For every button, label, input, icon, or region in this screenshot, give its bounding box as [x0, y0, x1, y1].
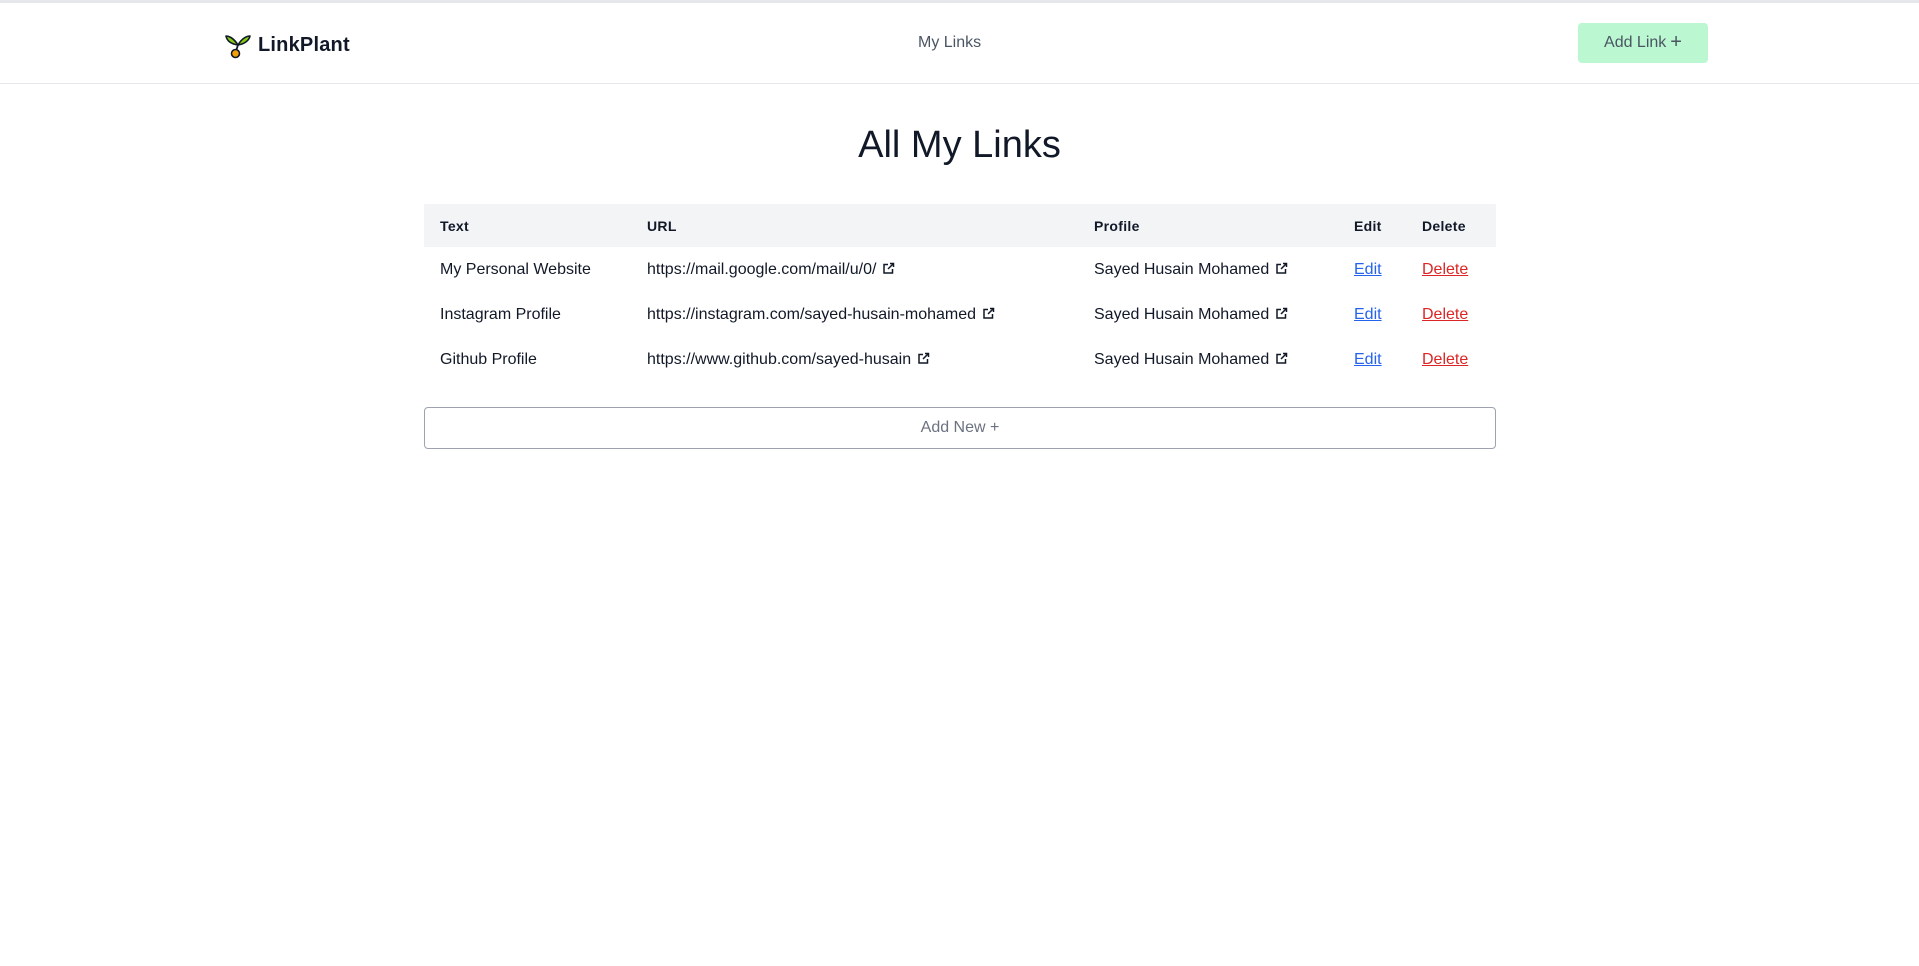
link-profile-cell: Sayed Husain Mohamed	[1078, 337, 1338, 382]
column-header-text: Text	[440, 217, 469, 234]
links-table: Text URL Profile Edit Delete My Personal…	[424, 204, 1496, 382]
column-header-edit: Edit	[1354, 217, 1382, 234]
page-title: All My Links	[858, 124, 1061, 166]
brand-logo-link[interactable]: LinkPlant	[225, 31, 350, 59]
table-row: Instagram Profile https://instagram.com/…	[424, 292, 1496, 337]
edit-cell: Edit	[1338, 337, 1406, 382]
delete-cell: Delete	[1406, 292, 1496, 337]
link-url[interactable]: https://instagram.com/sayed-husain-moham…	[647, 306, 995, 323]
delete-cell: Delete	[1406, 247, 1496, 292]
edit-link[interactable]: Edit	[1354, 261, 1382, 278]
column-header-profile: Profile	[1094, 217, 1140, 234]
edit-cell: Edit	[1338, 247, 1406, 292]
link-url-cell: https://instagram.com/sayed-husain-moham…	[631, 292, 1078, 337]
external-link-icon	[1276, 307, 1288, 319]
profile-name: Sayed Husain Mohamed	[1094, 260, 1270, 278]
add-new-button[interactable]: Add New +	[424, 407, 1496, 449]
profile-link[interactable]: Sayed Husain Mohamed	[1094, 261, 1288, 278]
table-row: My Personal Website https://mail.google.…	[424, 247, 1496, 292]
link-url-text: https://www.github.com/sayed-husain	[647, 350, 912, 368]
link-text-cell: Github Profile	[440, 350, 537, 368]
link-text-cell: My Personal Website	[440, 260, 591, 278]
profile-name: Sayed Husain Mohamed	[1094, 350, 1270, 368]
external-link-icon	[1276, 262, 1288, 274]
link-url-cell: https://www.github.com/sayed-husain	[631, 337, 1078, 382]
brand-name: LinkPlant	[258, 33, 350, 56]
profile-link[interactable]: Sayed Husain Mohamed	[1094, 306, 1288, 323]
column-header-url: URL	[647, 217, 677, 234]
add-link-label: Add Link	[1604, 34, 1667, 51]
table-row: Github Profile https://www.github.com/sa…	[424, 337, 1496, 382]
edit-cell: Edit	[1338, 292, 1406, 337]
external-link-icon	[1276, 352, 1288, 364]
link-url[interactable]: https://mail.google.com/mail/u/0/	[647, 261, 895, 278]
delete-cell: Delete	[1406, 337, 1496, 382]
link-url-text: https://mail.google.com/mail/u/0/	[647, 260, 877, 278]
navbar: LinkPlant My Links Add Link +	[0, 3, 1919, 84]
profile-link[interactable]: Sayed Husain Mohamed	[1094, 351, 1288, 368]
add-link-button[interactable]: Add Link +	[1578, 23, 1708, 63]
sprout-icon	[225, 35, 251, 59]
column-header-delete: Delete	[1422, 217, 1466, 234]
nav-link-my-links[interactable]: My Links	[918, 34, 981, 52]
link-url-text: https://instagram.com/sayed-husain-moham…	[647, 305, 977, 323]
plus-icon: +	[1670, 31, 1682, 53]
delete-link[interactable]: Delete	[1422, 261, 1468, 278]
external-link-icon	[918, 352, 930, 364]
delete-link[interactable]: Delete	[1422, 351, 1468, 368]
link-profile-cell: Sayed Husain Mohamed	[1078, 247, 1338, 292]
edit-link[interactable]: Edit	[1354, 306, 1382, 323]
table-header-row: Text URL Profile Edit Delete	[424, 204, 1496, 247]
link-url-cell: https://mail.google.com/mail/u/0/	[631, 247, 1078, 292]
profile-name: Sayed Husain Mohamed	[1094, 305, 1270, 323]
link-text-cell: Instagram Profile	[440, 305, 561, 323]
edit-link[interactable]: Edit	[1354, 351, 1382, 368]
external-link-icon	[883, 262, 895, 274]
external-link-icon	[983, 307, 995, 319]
link-profile-cell: Sayed Husain Mohamed	[1078, 292, 1338, 337]
link-url[interactable]: https://www.github.com/sayed-husain	[647, 351, 930, 368]
delete-link[interactable]: Delete	[1422, 306, 1468, 323]
